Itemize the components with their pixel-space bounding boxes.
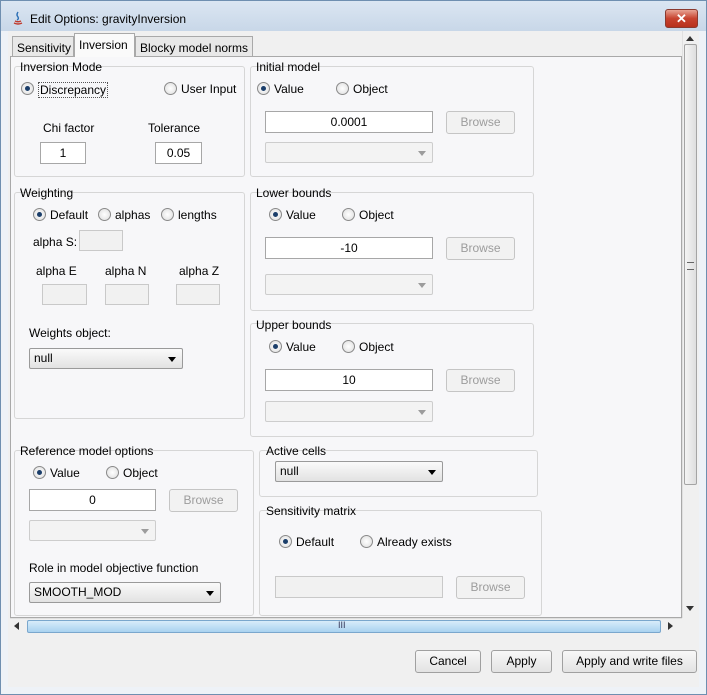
lower-bounds-value-radio[interactable] — [269, 208, 282, 221]
weights-object-value: null — [34, 351, 53, 365]
initial-model-label: Initial model — [256, 60, 321, 74]
chi-factor-input[interactable]: 1 — [40, 142, 86, 164]
weighting-lengths-label[interactable]: lengths — [178, 208, 217, 222]
scroll-left-icon[interactable] — [14, 622, 19, 630]
tolerance-label: Tolerance — [148, 121, 201, 135]
apply-and-write-files-button[interactable]: Apply and write files — [562, 650, 697, 673]
chevron-down-icon — [141, 529, 149, 534]
chevron-down-icon — [168, 357, 176, 362]
initial-model-object-radio[interactable] — [336, 82, 349, 95]
sensitivity-default-label[interactable]: Default — [296, 535, 334, 549]
chi-factor-label: Chi factor — [43, 121, 95, 135]
weighting-group — [14, 192, 245, 419]
lower-bounds-label: Lower bounds — [256, 186, 332, 200]
alpha-s-input[interactable] — [79, 230, 123, 251]
scroll-right-icon[interactable] — [668, 622, 673, 630]
already-exists-radio[interactable] — [360, 535, 373, 548]
role-value: SMOOTH_MOD — [34, 585, 122, 599]
tab-blocky-model-norms[interactable]: Blocky model norms — [135, 36, 253, 56]
chevron-down-icon — [428, 470, 436, 475]
lower-bounds-object-label[interactable]: Object — [359, 208, 394, 222]
tolerance-input[interactable]: 0.05 — [155, 142, 202, 164]
weighting-label: Weighting — [20, 186, 74, 200]
weighting-lengths-radio[interactable] — [161, 208, 174, 221]
reference-model-value-input[interactable]: 0 — [29, 489, 156, 511]
weights-object-dropdown[interactable]: null — [29, 348, 183, 369]
chevron-down-icon — [418, 151, 426, 156]
lower-bounds-object-dropdown[interactable] — [265, 274, 433, 295]
reference-model-value-label[interactable]: Value — [50, 466, 80, 480]
grip-icon — [687, 262, 694, 270]
initial-model-value-label[interactable]: Value — [274, 82, 304, 96]
lower-bounds-object-radio[interactable] — [342, 208, 355, 221]
reference-model-label: Reference model options — [20, 444, 154, 458]
weighting-alphas-label[interactable]: alphas — [115, 208, 150, 222]
initial-model-value-input[interactable]: 0.0001 — [265, 111, 433, 133]
upper-bounds-object-label[interactable]: Object — [359, 340, 394, 354]
discrepancy-radio[interactable] — [21, 82, 34, 95]
discrepancy-label[interactable]: Discrepancy — [38, 82, 109, 98]
weighting-default-radio[interactable] — [33, 208, 46, 221]
apply-button[interactable]: Apply — [491, 650, 552, 673]
initial-model-object-label[interactable]: Object — [353, 82, 388, 96]
scroll-up-icon[interactable] — [686, 36, 694, 41]
upper-bounds-value-radio[interactable] — [269, 340, 282, 353]
lower-bounds-value-label[interactable]: Value — [286, 208, 316, 222]
user-input-label[interactable]: User Input — [181, 82, 236, 96]
upper-bounds-value-input[interactable]: 10 — [265, 369, 433, 391]
reference-model-object-label[interactable]: Object — [123, 466, 158, 480]
alpha-n-label: alpha N — [105, 264, 147, 278]
close-button[interactable]: ✕ — [665, 9, 698, 28]
java-app-icon — [13, 11, 23, 25]
alpha-n-input[interactable] — [105, 284, 149, 305]
upper-bounds-label: Upper bounds — [256, 318, 332, 332]
upper-bounds-value-label[interactable]: Value — [286, 340, 316, 354]
upper-bounds-browse-button[interactable]: Browse — [446, 369, 515, 392]
scroll-down-icon[interactable] — [686, 606, 694, 611]
active-cells-label: Active cells — [266, 444, 327, 458]
initial-model-browse-button[interactable]: Browse — [446, 111, 515, 134]
cancel-button[interactable]: Cancel — [415, 650, 481, 673]
reference-model-value-radio[interactable] — [33, 466, 46, 479]
alpha-e-label: alpha E — [36, 264, 77, 278]
tab-inversion[interactable]: Inversion — [74, 33, 135, 57]
reference-model-object-radio[interactable] — [106, 466, 119, 479]
weights-object-label: Weights object: — [29, 326, 111, 340]
sensitivity-matrix-file-input[interactable] — [275, 576, 443, 598]
lower-bounds-browse-button[interactable]: Browse — [446, 237, 515, 260]
reference-model-object-dropdown[interactable] — [29, 520, 156, 541]
weighting-alphas-radio[interactable] — [98, 208, 111, 221]
inversion-mode-label: Inversion Mode — [20, 60, 103, 74]
reference-model-browse-button[interactable]: Browse — [169, 489, 238, 512]
sensitivity-matrix-group — [259, 510, 542, 616]
initial-model-value-radio[interactable] — [257, 82, 270, 95]
sensitivity-matrix-label: Sensitivity matrix — [266, 504, 357, 518]
close-icon: ✕ — [676, 11, 687, 26]
lower-bounds-value-input[interactable]: -10 — [265, 237, 433, 259]
role-dropdown[interactable]: SMOOTH_MOD — [29, 582, 221, 603]
active-cells-dropdown[interactable]: null — [275, 461, 443, 482]
already-exists-label[interactable]: Already exists — [377, 535, 452, 549]
active-cells-value: null — [280, 464, 299, 478]
user-input-radio[interactable] — [164, 82, 177, 95]
grip-icon: III — [338, 620, 346, 630]
sensitivity-default-radio[interactable] — [279, 535, 292, 548]
alpha-z-input[interactable] — [176, 284, 220, 305]
alpha-e-input[interactable] — [42, 284, 87, 305]
upper-bounds-object-dropdown[interactable] — [265, 401, 433, 422]
weighting-default-label[interactable]: Default — [50, 208, 88, 222]
sensitivity-matrix-browse-button[interactable]: Browse — [456, 576, 525, 599]
chevron-down-icon — [206, 591, 214, 596]
alpha-s-label: alpha S: — [33, 235, 78, 249]
initial-model-object-dropdown[interactable] — [265, 142, 433, 163]
role-label: Role in model objective function — [29, 561, 199, 575]
chevron-down-icon — [418, 410, 426, 415]
chevron-down-icon — [418, 283, 426, 288]
window-title: Edit Options: gravityInversion — [30, 12, 187, 26]
tab-sensitivity[interactable]: Sensitivity — [12, 36, 74, 56]
alpha-z-label: alpha Z — [179, 264, 220, 278]
upper-bounds-object-radio[interactable] — [342, 340, 355, 353]
